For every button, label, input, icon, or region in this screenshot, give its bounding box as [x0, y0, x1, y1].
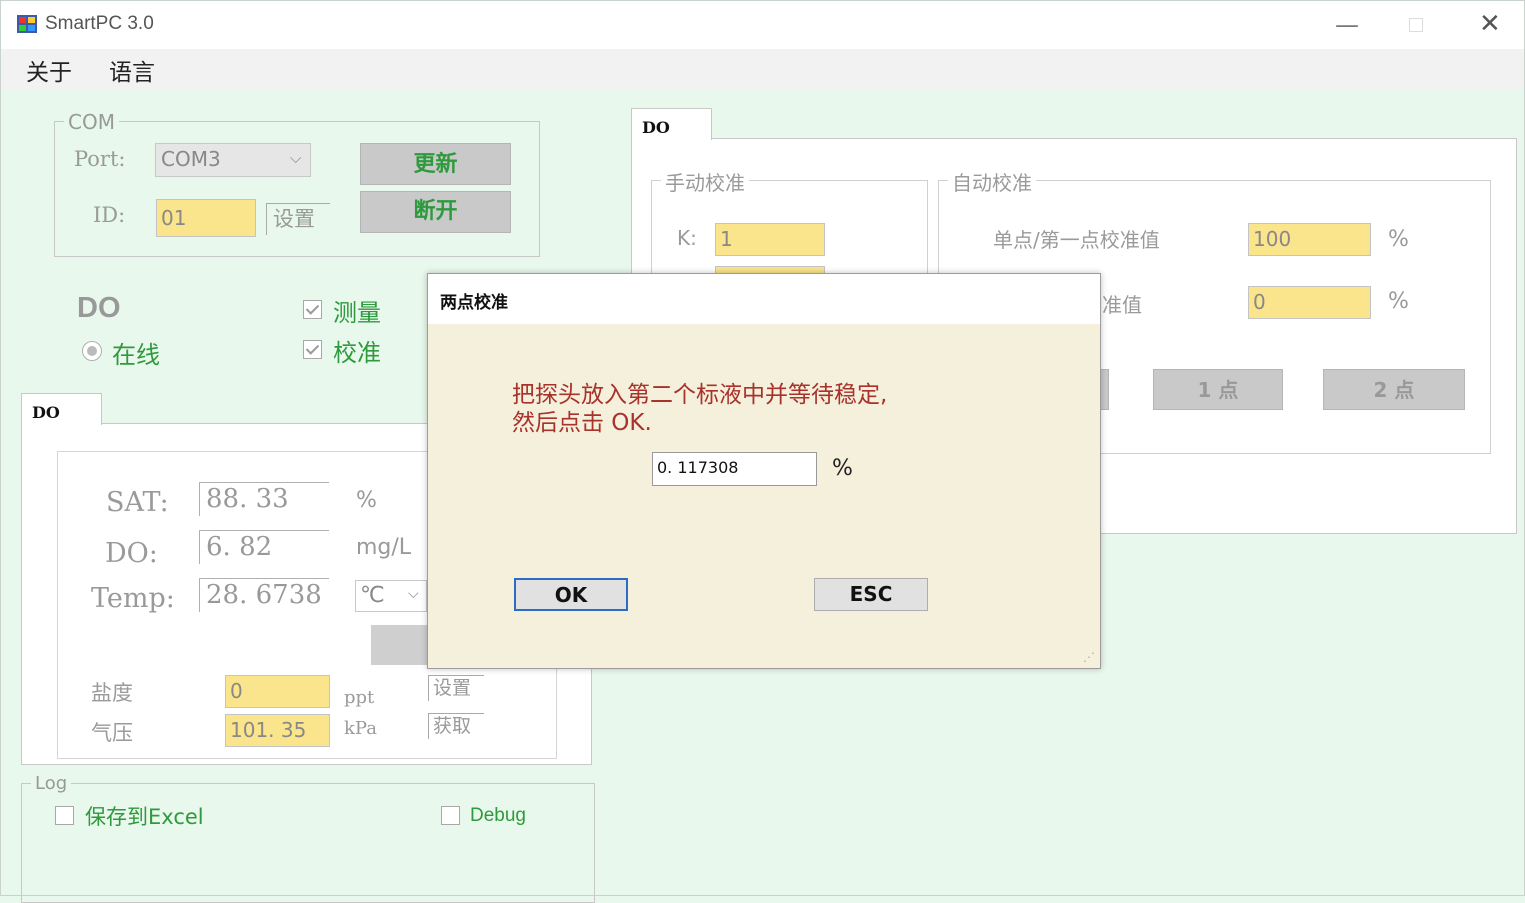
salinity-label: 盐度: [91, 681, 133, 705]
resize-grip-icon[interactable]: ⋰: [1083, 650, 1095, 664]
point2-input[interactable]: 0: [1248, 286, 1371, 319]
pressure-input[interactable]: 101. 35: [225, 714, 330, 747]
k-input[interactable]: 1: [715, 223, 825, 256]
menu-language[interactable]: 语言: [109, 53, 155, 87]
calibrate-label: 校准: [333, 339, 381, 367]
com-legend: COM: [64, 111, 119, 133]
maximize-icon[interactable]: [1409, 18, 1423, 32]
point2-unit: %: [1388, 289, 1409, 314]
com-group: [54, 121, 540, 257]
device-label: DO: [77, 292, 121, 324]
chevron-down-icon: ⌵: [408, 586, 419, 602]
sat-label: SAT:: [106, 487, 169, 518]
port-select[interactable]: COM3 ⌵: [155, 143, 311, 177]
salinity-input[interactable]: 0: [225, 675, 330, 708]
window-title: SmartPC 3.0: [45, 13, 154, 34]
menu-about[interactable]: 关于: [26, 53, 72, 87]
main-window: SmartPC 3.0 — ✕ 关于 语言 COM Port: COM3 ⌵ I…: [0, 0, 1525, 903]
salinity-set-button[interactable]: 设置: [428, 675, 484, 701]
do-value: 6. 82: [199, 530, 329, 564]
tab-do-right[interactable]: DO: [631, 108, 712, 140]
disconnect-button[interactable]: 断开: [360, 191, 511, 233]
point1-label: 单点/第一点校准值: [993, 228, 1160, 252]
temp-value: 28. 6738: [199, 578, 329, 612]
id-input[interactable]: 01: [156, 199, 256, 237]
manual-legend: 手动校准: [661, 167, 749, 196]
excel-label: 保存到Excel: [85, 805, 204, 829]
pressure-label: 气压: [91, 721, 133, 745]
title-bar: SmartPC 3.0 — ✕: [1, 1, 1524, 49]
temp-label: Temp:: [91, 583, 175, 614]
app-icon: [17, 15, 37, 33]
point1-input[interactable]: 100: [1248, 223, 1371, 256]
temp-unit-select[interactable]: ℃ ⌵: [355, 580, 427, 612]
menu-bar: 关于 语言: [1, 49, 1524, 89]
esc-button[interactable]: ESC: [814, 578, 928, 611]
temp-unit: ℃: [360, 583, 385, 608]
do-unit: mg/L: [356, 535, 412, 560]
log-legend: Log: [31, 773, 72, 795]
debug-label: Debug: [470, 805, 526, 826]
two-point-calibration-dialog: 两点校准 把探头放入第二个标液中并等待稳定, 然后点击 OK. 0. 11730…: [427, 273, 1101, 669]
k-label: K:: [677, 226, 697, 250]
minimize-icon[interactable]: —: [1335, 11, 1359, 39]
one-point-button[interactable]: 1 点: [1153, 369, 1283, 410]
port-value: COM3: [161, 147, 221, 171]
calibrate-checkbox[interactable]: [303, 340, 322, 359]
excel-checkbox[interactable]: [55, 806, 74, 825]
tab-do-left[interactable]: DO: [21, 393, 102, 425]
dialog-message-line2: 然后点击 OK.: [512, 410, 652, 436]
debug-checkbox[interactable]: [441, 806, 460, 825]
measure-label: 测量: [333, 299, 381, 327]
id-label: ID:: [93, 203, 126, 227]
measure-checkbox[interactable]: [303, 300, 322, 319]
online-radio: [82, 341, 102, 361]
point1-unit: %: [1388, 227, 1409, 252]
id-set-button[interactable]: 设置: [266, 203, 330, 235]
dialog-value-input[interactable]: 0. 117308: [652, 452, 817, 486]
pressure-get-button[interactable]: 获取: [428, 713, 484, 739]
online-label: 在线: [112, 341, 160, 369]
chevron-down-icon: ⌵: [290, 149, 302, 167]
sat-value: 88. 33: [199, 482, 329, 516]
dialog-value-unit: %: [832, 456, 853, 481]
salinity-unit: ppt: [344, 687, 375, 708]
hidden-gray-button[interactable]: [371, 625, 429, 665]
port-label: Port:: [74, 147, 126, 171]
sat-unit: %: [356, 488, 377, 513]
refresh-button[interactable]: 更新: [360, 143, 511, 185]
ok-button[interactable]: OK: [514, 578, 628, 611]
pressure-unit: kPa: [344, 718, 377, 739]
auto-legend: 自动校准: [948, 167, 1036, 196]
dialog-title: 两点校准: [428, 274, 1100, 324]
two-point-button[interactable]: 2 点: [1323, 369, 1465, 410]
point2-label: 准值: [1102, 293, 1142, 317]
close-icon[interactable]: ✕: [1479, 9, 1501, 39]
do-label: DO:: [105, 538, 158, 569]
